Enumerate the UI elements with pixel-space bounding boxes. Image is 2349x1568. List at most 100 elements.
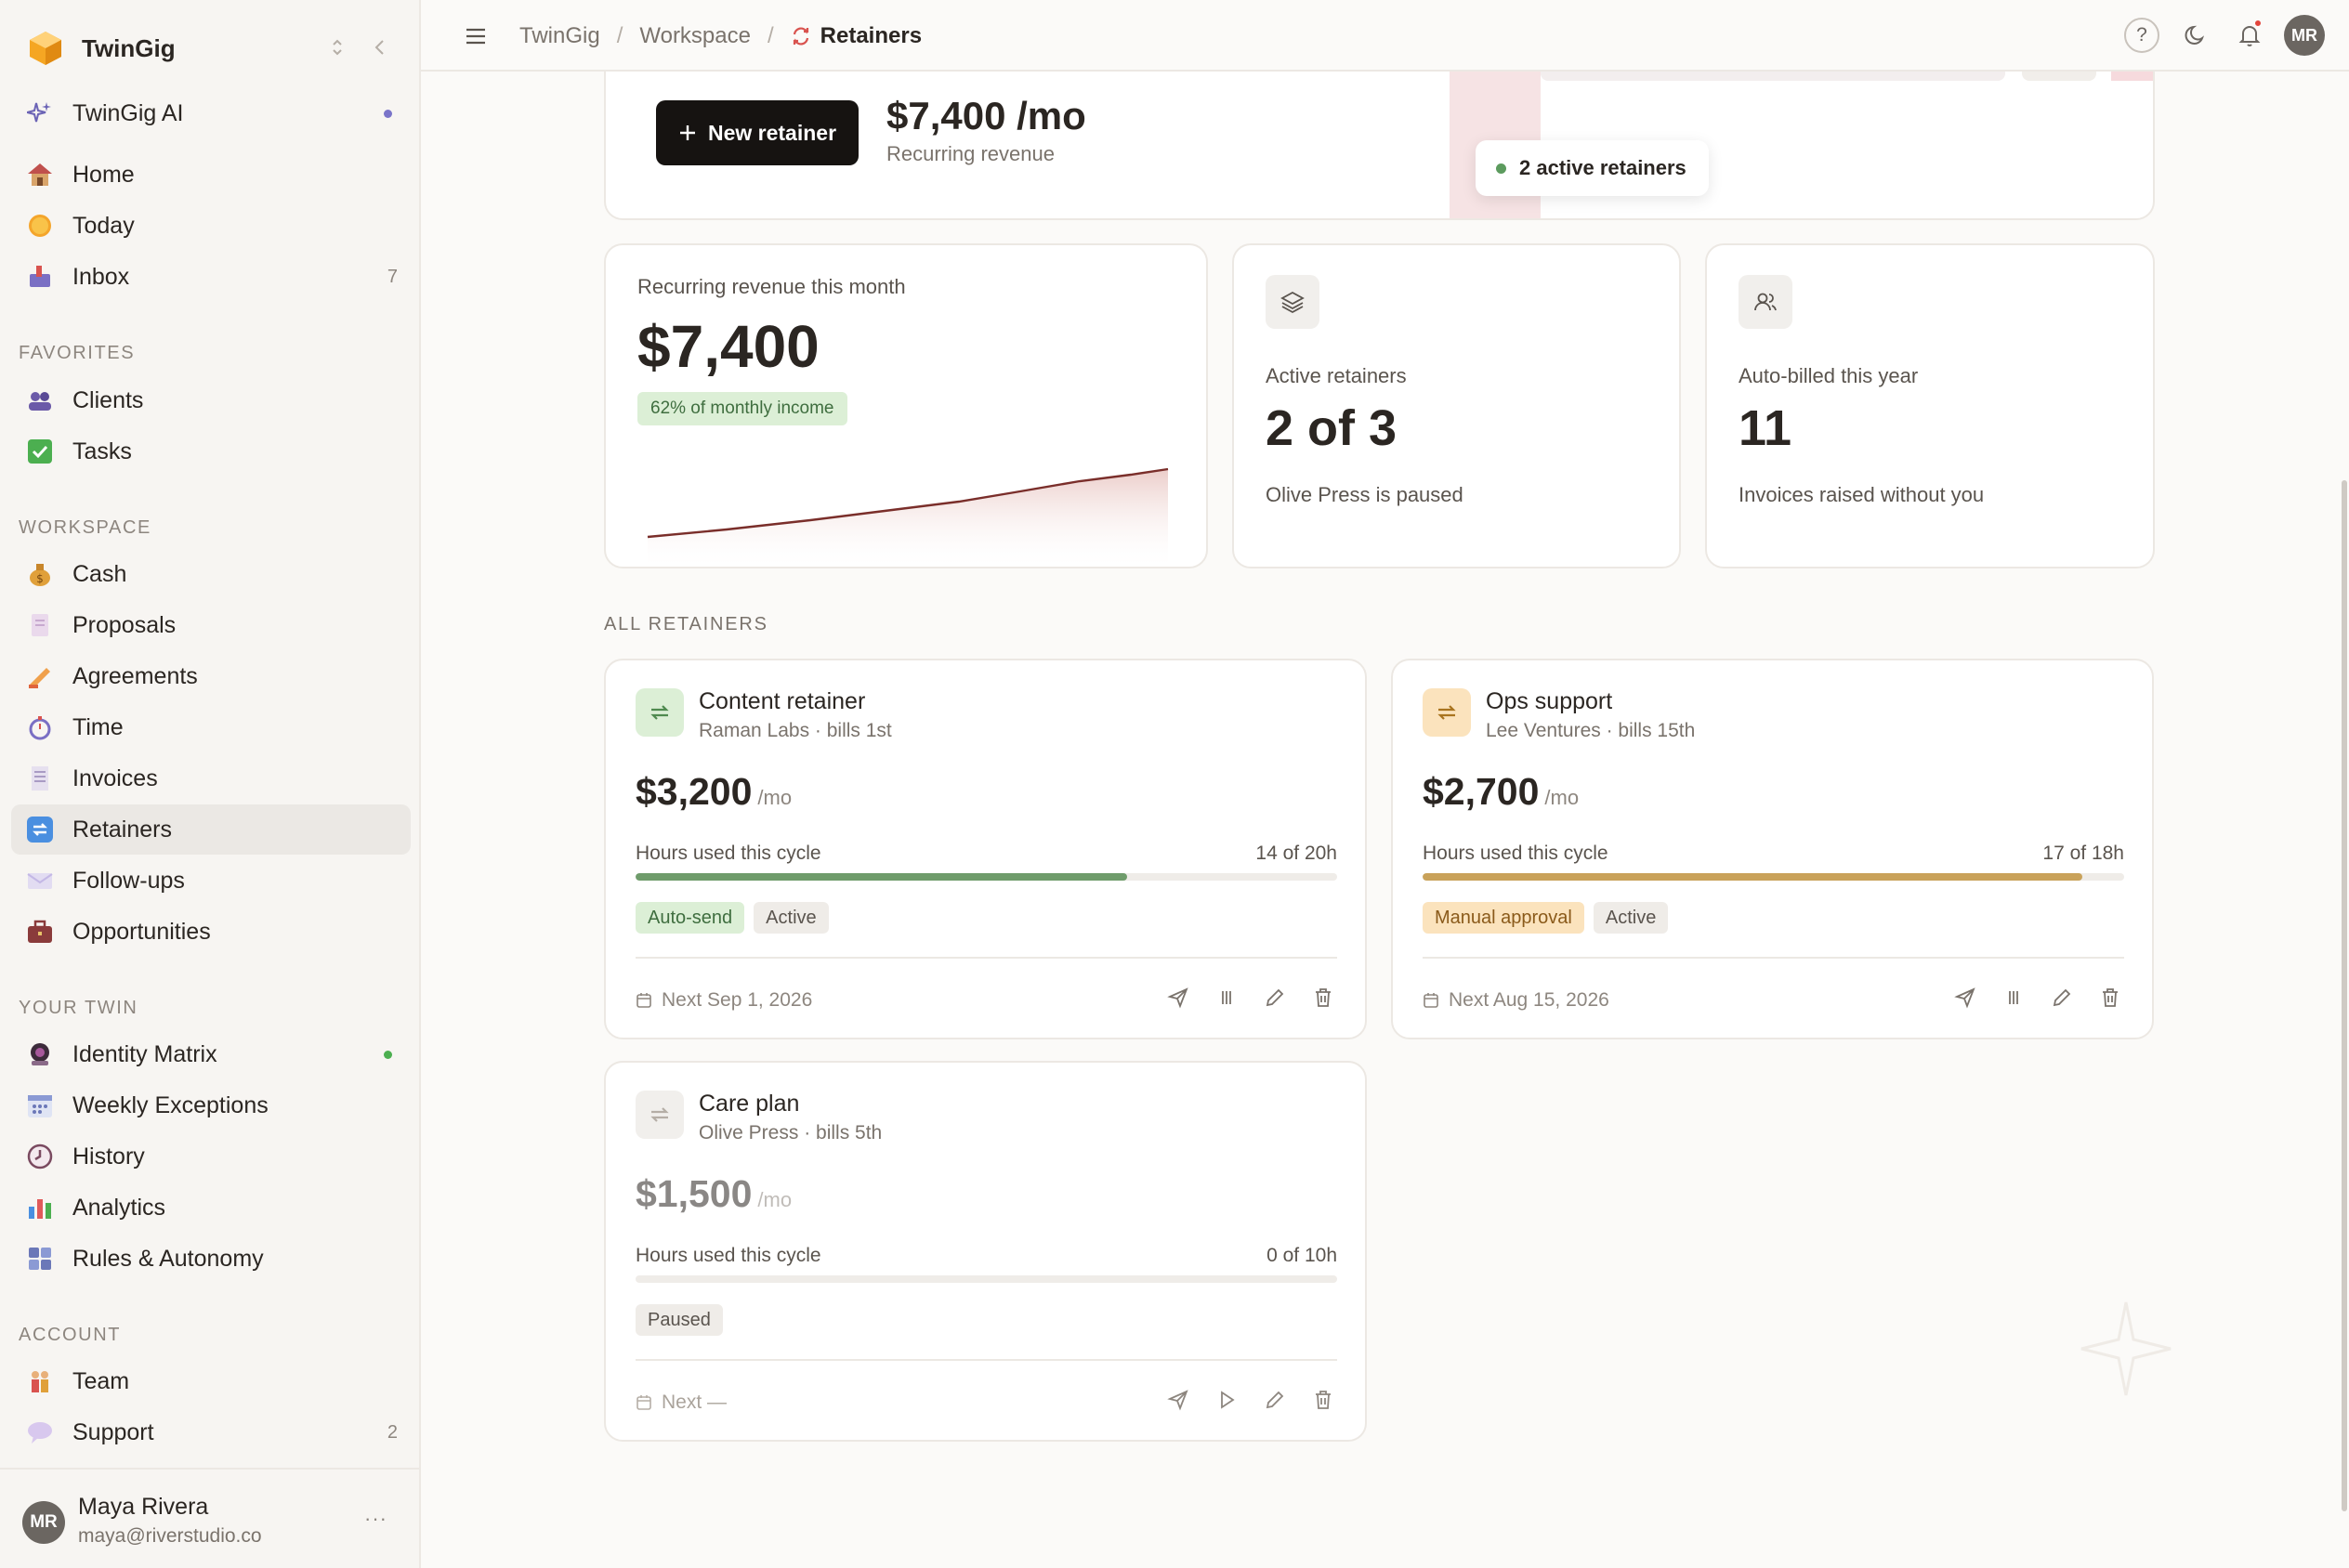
user-more-button[interactable]: ···: [364, 1507, 387, 1531]
sun-icon: [26, 212, 54, 240]
hours-value: 0 of 10h: [1266, 1245, 1337, 1266]
next-bill-label: Next Aug 15, 2026: [1449, 989, 1609, 1011]
delete-icon[interactable]: [1309, 1386, 1337, 1414]
identity-status-dot: [384, 1050, 392, 1059]
document-icon: [26, 611, 54, 639]
hours-progress: [636, 873, 1337, 881]
recurring-amount: $7,400 /mo: [886, 94, 1086, 137]
workspace-switcher[interactable]: TwinGig: [28, 28, 176, 69]
user-name: Maya Rivera: [78, 1494, 209, 1520]
amount-period: /mo: [757, 786, 793, 809]
workspace-section-title: WORKSPACE: [19, 517, 151, 538]
send-icon[interactable]: [1164, 1386, 1192, 1414]
hours-label: Hours used this cycle: [636, 843, 821, 864]
sidebar-item-label: Retainers: [72, 816, 172, 843]
hours-value: 14 of 20h: [1255, 843, 1337, 864]
retainer-amount: $2,700/mo: [1423, 770, 1579, 814]
dark-mode-icon[interactable]: [2177, 17, 2214, 54]
status-badge: Paused: [636, 1304, 723, 1336]
edit-icon[interactable]: [1261, 1386, 1289, 1414]
main-content: New retainer $7,400 /mo Recurring revenu…: [421, 72, 2349, 1568]
breadcrumb-twingig[interactable]: TwinGig: [519, 23, 600, 49]
retainer-title: Ops support: [1486, 688, 1613, 714]
sidebar-item-weekly-exceptions[interactable]: Weekly Exceptions: [11, 1080, 411, 1130]
sidebar-item-twingig-ai[interactable]: TwinGig AI: [11, 88, 411, 138]
help-button[interactable]: ?: [2123, 17, 2160, 54]
new-retainer-button[interactable]: New retainer: [656, 100, 859, 165]
pause-icon[interactable]: [2000, 984, 2027, 1012]
house-icon: [26, 161, 54, 189]
divider: [636, 1359, 1337, 1361]
hours-progress-fill: [1423, 873, 2082, 881]
collapse-sidebar-icon[interactable]: [366, 33, 394, 61]
next-bill-label: Next —: [662, 1392, 728, 1413]
retainer-client: Raman Labs · bills 1st: [699, 720, 892, 741]
sidebar-item-clients[interactable]: Clients: [11, 375, 411, 425]
next-bill-date: Next —: [636, 1392, 727, 1414]
sidebar-item-rules-autonomy[interactable]: Rules & Autonomy: [11, 1234, 411, 1284]
sidebar-item-history[interactable]: History: [11, 1131, 411, 1182]
repeat-icon: [1423, 688, 1471, 737]
active-retainers-pill: 2 active retainers: [1476, 140, 1709, 196]
sidebar-item-label: Agreements: [72, 662, 198, 689]
hours-value: 17 of 18h: [2042, 843, 2124, 864]
envelope-icon: [26, 867, 54, 895]
sidebar-item-tasks[interactable]: Tasks: [11, 426, 411, 477]
delete-icon[interactable]: [2096, 984, 2124, 1012]
manual-approval-badge: Manual approval: [1423, 902, 1584, 934]
retainer-card-content[interactable]: Content retainer Raman Labs · bills 1st …: [604, 659, 1367, 1039]
sidebar-item-label: Opportunities: [72, 918, 211, 945]
breadcrumb-current-label: Retainers: [820, 23, 923, 48]
sidebar-item-inbox[interactable]: Inbox 7: [11, 252, 411, 302]
sidebar-item-today[interactable]: Today: [11, 201, 411, 251]
sparkle-icon: [26, 99, 54, 127]
edit-icon[interactable]: [1261, 984, 1289, 1012]
stat-value: 2 of 3: [1266, 400, 1398, 456]
identity-icon: [26, 1040, 54, 1068]
pause-icon[interactable]: [1213, 984, 1240, 1012]
sidebar-item-label: Rules & Autonomy: [72, 1245, 264, 1272]
stat-label: Auto-billed this year: [1739, 364, 1919, 387]
play-icon[interactable]: [1213, 1386, 1240, 1414]
sidebar-item-identity-matrix[interactable]: Identity Matrix: [11, 1029, 411, 1079]
sidebar-item-label: Follow-ups: [72, 867, 185, 894]
switcher-chevrons-icon[interactable]: [323, 33, 351, 61]
sidebar-item-follow-ups[interactable]: Follow-ups: [11, 856, 411, 906]
sidebar-item-label: Clients: [72, 386, 144, 413]
retainer-card-ops[interactable]: Ops support Lee Ventures · bills 15th $2…: [1391, 659, 2154, 1039]
sidebar-item-retainers[interactable]: Retainers: [11, 804, 411, 855]
retainer-card-care-plan[interactable]: Care plan Olive Press · bills 5th $1,500…: [604, 1061, 1367, 1442]
scrollbar[interactable]: [2340, 72, 2349, 1568]
notifications-button[interactable]: [2231, 17, 2268, 54]
sidebar-item-label: Identity Matrix: [72, 1040, 217, 1067]
user-profile[interactable]: MR Maya Rivera maya@riverstudio.co ···: [0, 1468, 419, 1568]
delete-icon[interactable]: [1309, 984, 1337, 1012]
sidebar-item-support[interactable]: Support 2: [11, 1407, 411, 1457]
users-icon: [1739, 275, 1792, 329]
menu-icon[interactable]: [460, 20, 492, 52]
send-icon[interactable]: [1164, 984, 1192, 1012]
sidebar-item-home[interactable]: Home: [11, 150, 411, 200]
avatar[interactable]: MR: [2284, 15, 2325, 56]
sidebar-item-cash[interactable]: $ Cash: [11, 549, 411, 599]
sidebar-item-proposals[interactable]: Proposals: [11, 600, 411, 650]
sidebar-item-time[interactable]: Time: [11, 702, 411, 752]
sidebar-item-analytics[interactable]: Analytics: [11, 1183, 411, 1233]
sidebar-item-invoices[interactable]: Invoices: [11, 753, 411, 804]
retainer-title: Content retainer: [699, 688, 866, 714]
speech-bubble-icon: [26, 1418, 54, 1446]
send-icon[interactable]: [1951, 984, 1979, 1012]
scrollbar-thumb[interactable]: [2342, 480, 2347, 1511]
sidebar-item-team[interactable]: Team: [11, 1356, 411, 1406]
breadcrumb: TwinGig / Workspace / Retainers: [519, 20, 922, 52]
breadcrumb-workspace[interactable]: Workspace: [639, 23, 751, 49]
new-retainer-label: New retainer: [707, 120, 837, 145]
sidebar-item-agreements[interactable]: Agreements: [11, 651, 411, 701]
next-bill-label: Next Sep 1, 2026: [662, 989, 813, 1011]
auto-send-badge: Auto-send: [636, 902, 745, 934]
recurring-label: Recurring revenue: [886, 142, 1055, 165]
inbox-icon: [26, 263, 54, 291]
sidebar-item-opportunities[interactable]: Opportunities: [11, 907, 411, 957]
edit-icon[interactable]: [2048, 984, 2076, 1012]
twingig-logo-icon: [30, 32, 61, 65]
